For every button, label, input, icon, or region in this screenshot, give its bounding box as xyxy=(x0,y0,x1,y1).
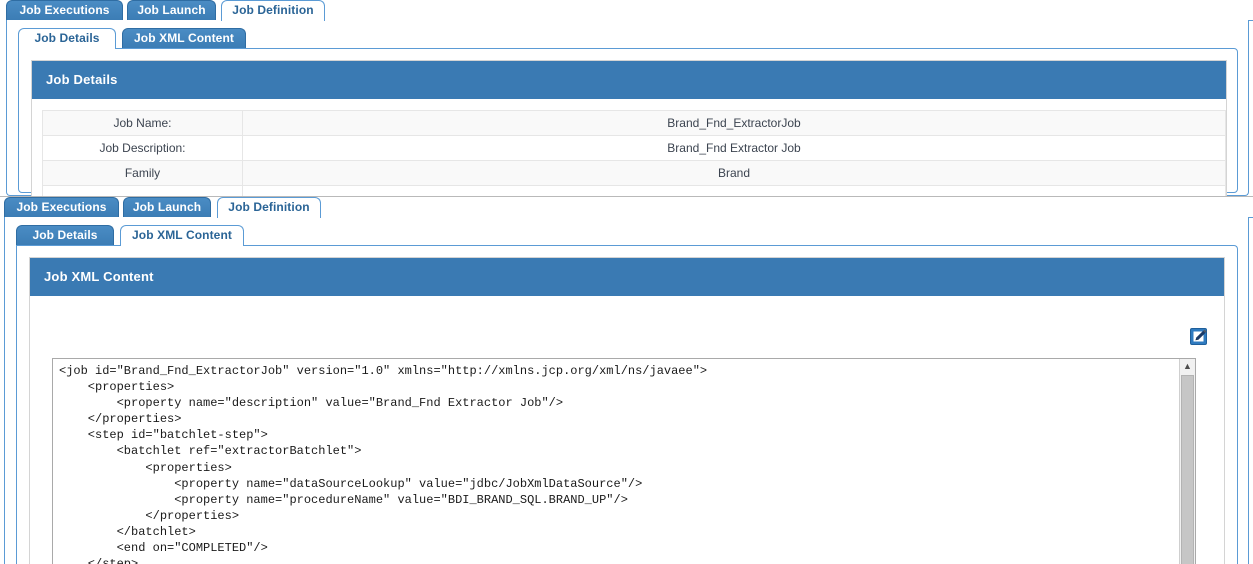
subtab-job-details[interactable]: Job Details xyxy=(18,28,116,49)
job-details-section-body: Job Name: Brand_Fnd_ExtractorJob Job Des… xyxy=(32,110,1226,196)
edit-pencil-icon[interactable] xyxy=(1188,326,1210,348)
sub-tab-strip-bottom: Job Details Job XML Content xyxy=(16,225,1236,246)
job-xml-content-section-body: <job id="Brand_Fnd_ExtractorJob" version… xyxy=(30,296,1224,564)
job-details-section-title: Job Details xyxy=(32,61,1226,99)
tab-job-executions[interactable]: Job Executions xyxy=(4,197,119,218)
table-row: Family Brand xyxy=(42,160,1226,186)
job-definition-content-frame-top: Job Details Job XML Content Job Details … xyxy=(6,20,1249,196)
xml-scrollbar[interactable]: ▲ ▼ xyxy=(1179,359,1195,564)
subtab-job-xml-content[interactable]: Job XML Content xyxy=(122,28,246,49)
subtab-job-xml-content[interactable]: Job XML Content xyxy=(120,225,244,246)
job-xml-content-section-title: Job XML Content xyxy=(30,258,1224,296)
tab-job-executions[interactable]: Job Executions xyxy=(6,0,123,21)
job-xml-content-subpanel: Job XML Content <job id="Brand_Fnd_Extra… xyxy=(16,245,1238,564)
job-definition-content-frame-bottom: Job Details Job XML Content Job XML Cont… xyxy=(4,217,1249,564)
job-xml-content-section: Job XML Content <job id="Brand_Fnd_Extra… xyxy=(29,257,1225,564)
row-label: Job Name: xyxy=(42,110,243,136)
row-value: Brand_Fnd Extractor Job xyxy=(242,135,1226,161)
tab-job-definition[interactable]: Job Definition xyxy=(217,197,321,218)
table-row: Job Name: Brand_Fnd_ExtractorJob xyxy=(42,110,1226,136)
row-value xyxy=(242,185,1226,196)
job-xml-code[interactable]: <job id="Brand_Fnd_ExtractorJob" version… xyxy=(53,359,1195,564)
main-tab-strip-top: Job Executions Job Launch Job Definition xyxy=(0,0,1253,21)
tab-job-launch[interactable]: Job Launch xyxy=(127,0,216,21)
scrollbar-thumb[interactable] xyxy=(1181,375,1194,564)
main-tab-strip-bottom: Job Executions Job Launch Job Definition xyxy=(0,197,1253,218)
job-xml-textarea[interactable]: <job id="Brand_Fnd_ExtractorJob" version… xyxy=(52,358,1196,564)
row-label xyxy=(42,185,243,196)
row-label: Family xyxy=(42,160,243,186)
tab-job-launch[interactable]: Job Launch xyxy=(123,197,211,218)
table-row: Job Description: Brand_Fnd Extractor Job xyxy=(42,135,1226,161)
subtab-job-details[interactable]: Job Details xyxy=(16,225,114,246)
top-screenshot-panel: Job Executions Job Launch Job Definition… xyxy=(0,0,1253,196)
job-details-subpanel: Job Details Job Name: Brand_Fnd_Extracto… xyxy=(18,48,1238,196)
sub-tab-strip-top: Job Details Job XML Content xyxy=(18,28,1238,49)
row-label: Job Description: xyxy=(42,135,243,161)
bottom-screenshot-panel: Job Executions Job Launch Job Definition… xyxy=(0,197,1253,564)
chevron-up-icon[interactable]: ▲ xyxy=(1180,359,1195,374)
job-details-table: Job Name: Brand_Fnd_ExtractorJob Job Des… xyxy=(42,110,1226,196)
tab-job-definition[interactable]: Job Definition xyxy=(221,0,325,21)
table-row xyxy=(42,185,1226,196)
job-details-section: Job Details Job Name: Brand_Fnd_Extracto… xyxy=(31,60,1227,196)
row-value: Brand xyxy=(242,160,1226,186)
row-value: Brand_Fnd_ExtractorJob xyxy=(242,110,1226,136)
